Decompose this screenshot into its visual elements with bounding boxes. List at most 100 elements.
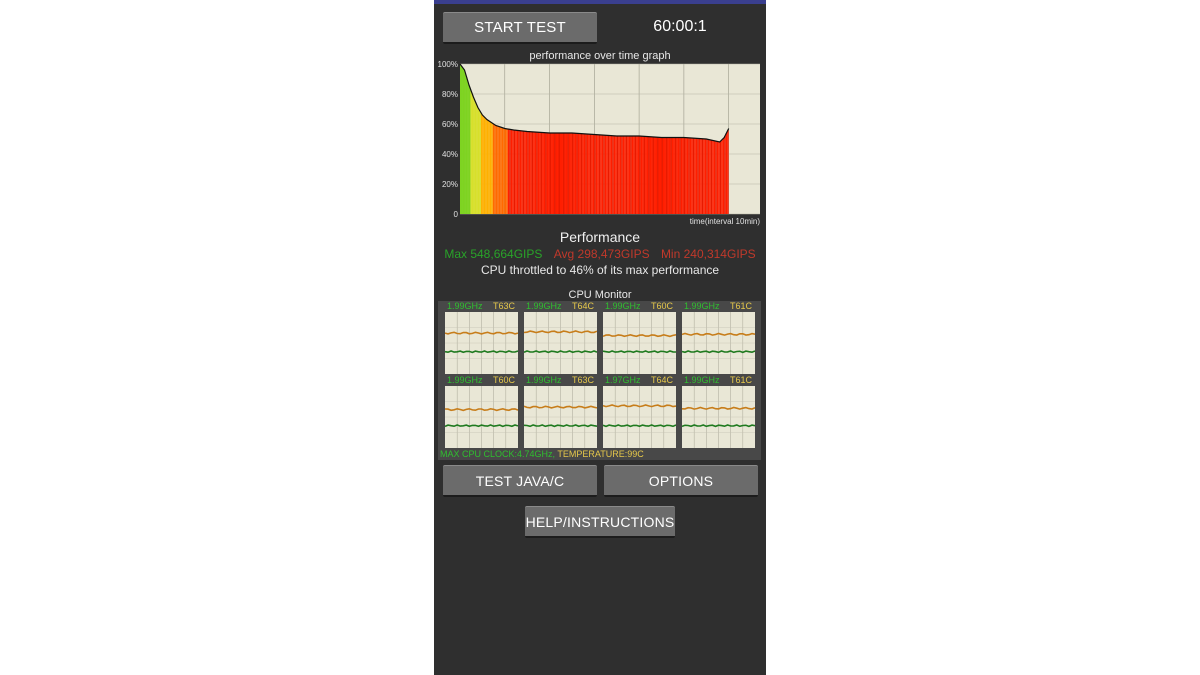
options-button[interactable]: OPTIONS	[604, 465, 758, 497]
graph-bar	[567, 133, 569, 214]
graph-bar	[618, 136, 620, 214]
graph-bar	[537, 132, 540, 214]
graph-bar	[474, 102, 477, 214]
max-gips: Max 548,664GIPS	[444, 247, 543, 261]
graph-bar	[625, 136, 628, 214]
graph-bar	[509, 129, 511, 214]
max-cpu-clock: MAX CPU CLOCK:4.74GHz,	[440, 449, 556, 459]
avg-gips: Avg 298,473GIPS	[553, 247, 650, 261]
core-frequency: 1.99GHz	[526, 301, 562, 311]
graph-ytick-label: 100%	[438, 60, 458, 69]
graph-bar	[549, 133, 552, 214]
core-freq-line	[524, 424, 597, 428]
graph-bar	[473, 98, 475, 214]
graph-bar	[710, 140, 713, 214]
graph-bar	[698, 138, 701, 214]
graph-bar	[530, 131, 532, 214]
cpu-core-2: 1.99GHz T64C	[524, 301, 597, 376]
graph-bar	[519, 130, 522, 214]
graph-bar	[465, 77, 468, 214]
cpu-core-7: 1.97GHz T64C	[603, 375, 676, 450]
graph-ytick-label: 20%	[442, 180, 458, 189]
start-test-button[interactable]: START TEST	[443, 12, 597, 44]
graph-bar	[515, 130, 517, 214]
graph-bar	[725, 133, 728, 214]
cpu-core-3: 1.99GHz T60C	[603, 301, 676, 376]
graph-bar	[645, 136, 647, 214]
graph-bar	[640, 136, 643, 214]
core-frequency: 1.99GHz	[526, 375, 562, 385]
graph-bar	[677, 137, 680, 214]
graph-bar	[460, 65, 462, 214]
test-timer: 60:00:1	[653, 18, 707, 35]
graph-bar	[503, 128, 505, 214]
graph-bar	[488, 121, 490, 214]
graph-bar	[652, 136, 655, 214]
graph-bar	[692, 138, 695, 214]
graph-bar	[628, 136, 631, 214]
graph-bar	[492, 124, 495, 214]
graph-ytick-label: 80%	[442, 90, 458, 99]
cpu-monitor-footer: MAX CPU CLOCK:4.74GHz, TEMPERATURE:99C	[440, 449, 644, 459]
max-temperature: TEMPERATURE:99C	[557, 449, 644, 459]
graph-bar	[588, 134, 590, 214]
graph-bar	[661, 137, 663, 214]
graph-bar	[589, 134, 592, 214]
graph-bar	[622, 136, 625, 214]
core-temperature: T60C	[492, 375, 515, 385]
graph-bar	[662, 137, 665, 214]
graph-bar	[606, 135, 608, 214]
graph-bar	[546, 132, 549, 214]
graph-bar	[471, 95, 474, 214]
graph-bar	[670, 137, 672, 214]
min-gips: Min 240,314GIPS	[660, 247, 756, 261]
core-frequency: 1.99GHz	[447, 301, 483, 311]
app-screen: START TEST 60:00:1 performance over time…	[434, 0, 766, 675]
cpu-core-5: 1.99GHz T60C	[445, 375, 518, 450]
cpu-core-1: 1.99GHz T63C	[445, 301, 518, 376]
graph-bar	[631, 136, 634, 214]
graph-bar	[627, 136, 629, 214]
graph-bar	[497, 126, 499, 214]
graph-bar	[727, 130, 729, 214]
graph-bar	[616, 136, 619, 214]
graph-bar	[704, 138, 707, 214]
core-graph	[682, 386, 755, 448]
help-instructions-button[interactable]: HELP/INSTRUCTIONS	[525, 506, 675, 538]
graph-bar	[621, 136, 623, 214]
graph-bar	[580, 133, 583, 214]
graph-bar	[579, 133, 581, 214]
graph-bar	[583, 133, 586, 214]
graph-bar	[683, 137, 686, 214]
graph-bar	[722, 138, 725, 214]
graph-bar	[513, 130, 516, 214]
graph-bar	[619, 136, 622, 214]
graph-bar	[601, 135, 604, 214]
graph-bar	[582, 133, 584, 214]
graph-bar	[591, 134, 593, 214]
core-graph	[603, 386, 676, 448]
graph-bar	[542, 132, 544, 214]
test-java-c-button[interactable]: TEST JAVA/C	[443, 465, 597, 497]
graph-bar	[585, 133, 587, 214]
graph-bar	[522, 131, 525, 214]
graph-ytick-label: 60%	[442, 120, 458, 129]
graph-bar	[646, 136, 649, 214]
core-temperature: T60C	[650, 301, 673, 311]
graph-bar	[658, 137, 660, 214]
graph-bar	[636, 136, 638, 214]
graph-bar	[533, 131, 535, 214]
graph-bar	[545, 132, 547, 214]
graph-bar	[689, 137, 692, 214]
graph-ytick-label: 0	[454, 210, 459, 219]
graph-bar	[528, 131, 531, 214]
graph-bar	[639, 136, 641, 214]
graph-bar	[552, 133, 555, 214]
core-frequency: 1.99GHz	[684, 375, 720, 385]
graph-bar	[716, 141, 719, 214]
graph-bar	[480, 113, 483, 214]
graph-bar	[573, 133, 575, 214]
cpu-monitor-panel: 1.99GHz T63C 1.99GHz T64C 1.99GHz T60C 1.99GHz…	[438, 301, 761, 460]
graph-bar	[724, 136, 726, 214]
graph-bar	[562, 133, 565, 214]
